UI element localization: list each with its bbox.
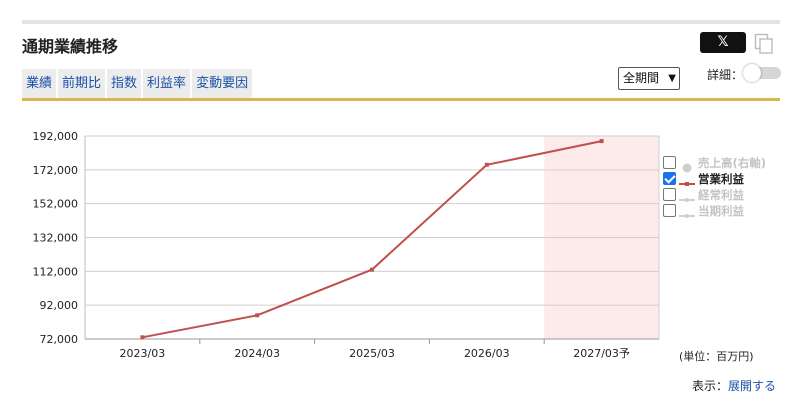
data-point <box>140 335 145 340</box>
x-tick-label: 2025/03 <box>349 347 395 360</box>
legend-checkbox-ordinary-profit[interactable] <box>663 188 676 201</box>
legend-item-operating-profit[interactable]: 営業利益 <box>663 171 803 186</box>
legend-marker-line-icon <box>679 190 695 202</box>
y-tick-label: 112,000 <box>33 265 79 278</box>
legend-label-ordinary-profit: 経常利益 <box>698 187 744 202</box>
legend-checkbox-net-profit[interactable] <box>663 204 676 217</box>
data-point <box>255 313 260 318</box>
x-tick-label: 2026/03 <box>464 347 510 360</box>
data-point <box>599 139 604 144</box>
y-tick-label: 192,000 <box>33 130 79 143</box>
x-tick-label: 2027/03予 <box>573 347 630 360</box>
series-line-operating-profit <box>142 140 602 339</box>
data-point <box>370 267 374 272</box>
y-tick-label: 132,000 <box>33 232 79 245</box>
legend-checkbox-sales[interactable] <box>663 156 676 169</box>
expand-link[interactable]: 展開する <box>728 379 776 393</box>
legend-label-operating-profit: 営業利益 <box>698 171 744 186</box>
legend-label-sales: 売上高(右軸) <box>698 155 767 170</box>
legend-marker-line-icon <box>679 174 695 186</box>
legend-label-net-profit: 当期利益 <box>698 203 744 218</box>
y-tick-label: 172,000 <box>33 164 79 177</box>
y-tick-label: 72,000 <box>40 333 79 346</box>
display-label: 表示： <box>692 379 729 393</box>
legend-marker-dot-icon <box>679 158 695 172</box>
y-tick-label: 152,000 <box>33 198 79 211</box>
x-tick-label: 2023/03 <box>120 347 166 360</box>
x-tick-label: 2024/03 <box>234 347 280 360</box>
y-tick-label: 92,000 <box>40 299 79 312</box>
legend-marker-line-icon <box>679 206 695 218</box>
unit-label: (単位：百万円) <box>679 350 754 363</box>
legend-item-net-profit[interactable]: 当期利益 <box>663 203 803 218</box>
legend-checkbox-operating-profit[interactable] <box>663 172 676 185</box>
data-point <box>484 162 489 167</box>
display-option: 表示：展開する <box>692 377 776 394</box>
legend-item-ordinary-profit[interactable]: 経常利益 <box>663 187 803 202</box>
legend: 売上高(右軸) 営業利益 経常利益 当期利益 <box>663 155 803 219</box>
legend-item-sales[interactable]: 売上高(右軸) <box>663 155 803 172</box>
